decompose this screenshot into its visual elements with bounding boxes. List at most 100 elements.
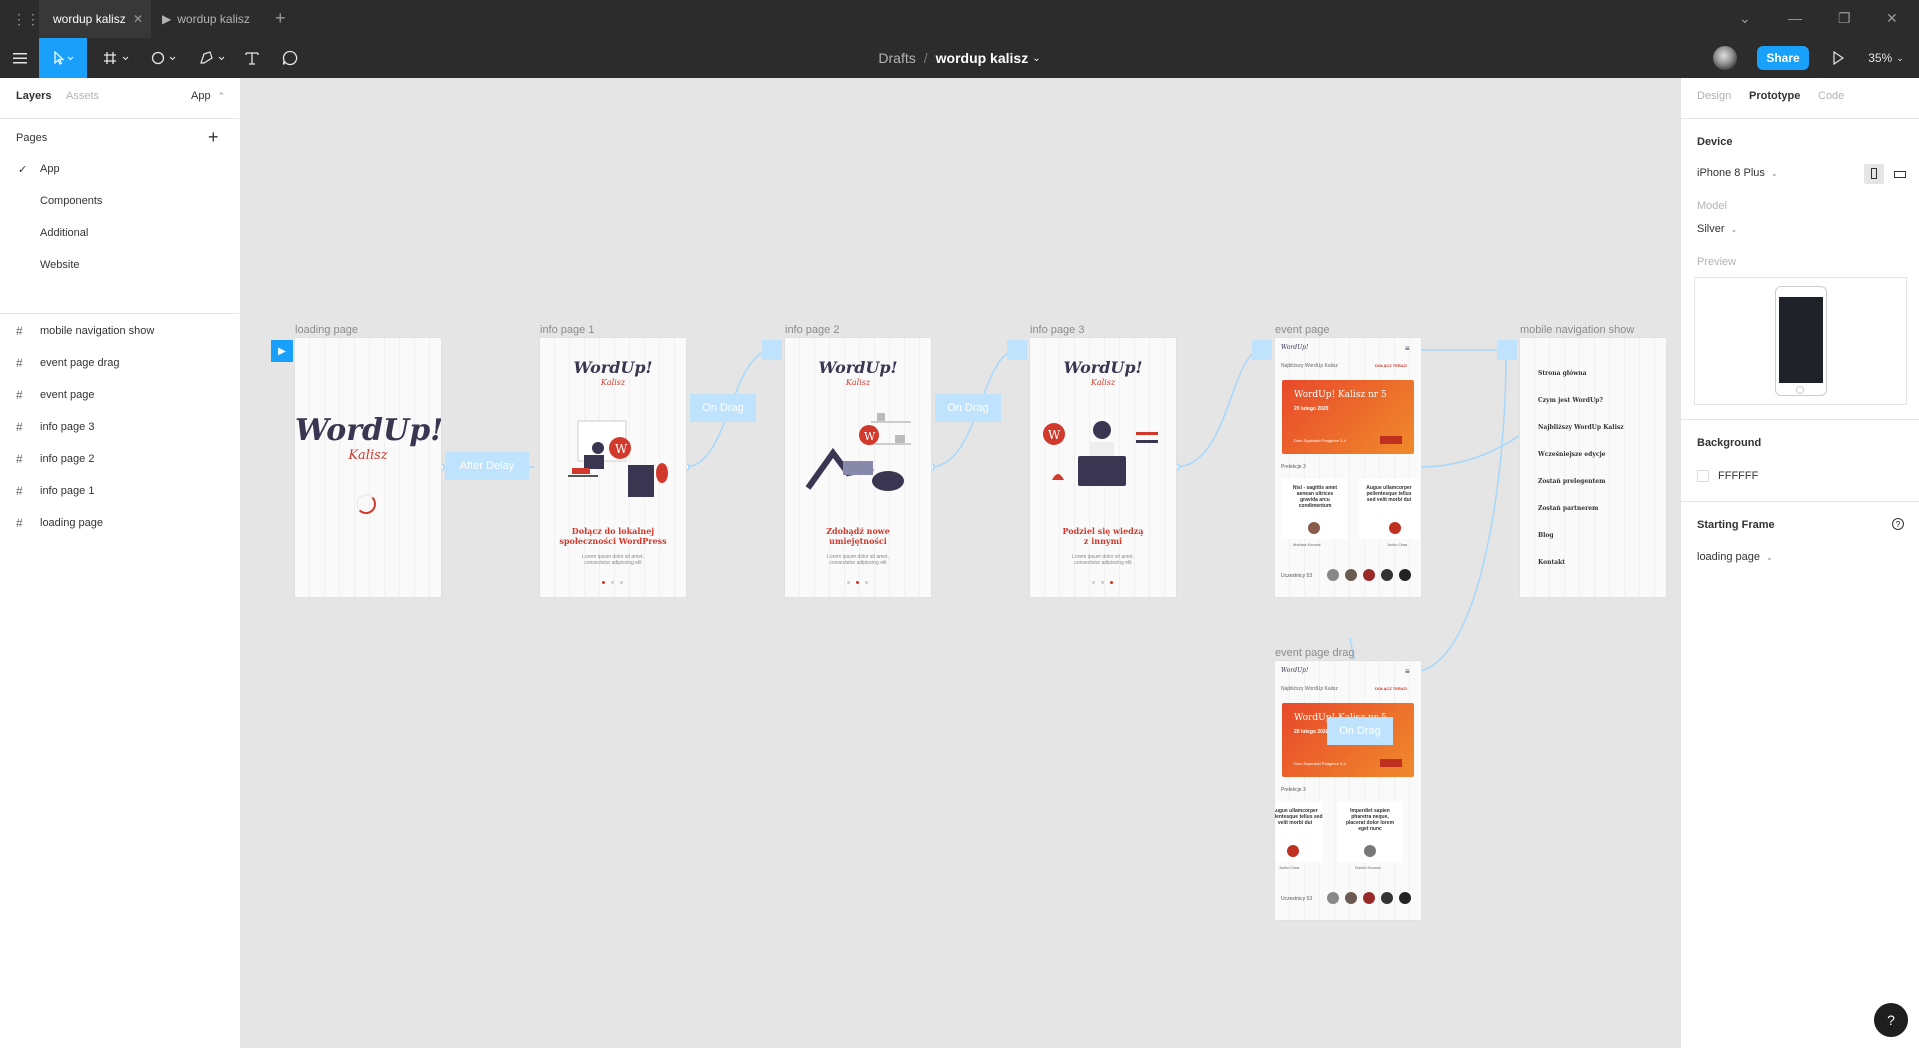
divider	[1681, 501, 1919, 502]
layer-label: event page drag	[40, 357, 120, 369]
pager-dots	[1092, 581, 1114, 585]
tab-layers[interactable]: Layers	[16, 90, 51, 102]
user-avatar[interactable]	[1713, 46, 1737, 70]
nav-link: Blog	[1538, 532, 1554, 539]
tab-prototype[interactable]: Prototype	[1749, 90, 1800, 102]
tab-file-active[interactable]: wordup kalisz ✕	[39, 0, 151, 38]
toolbar: Drafts / wordup kalisz ⌄ Share 35% ⌄	[0, 38, 1919, 78]
lectures-label: Prelekcje 3	[1281, 464, 1306, 470]
frame-info-page-3[interactable]: WordUp! Kalisz W Podziel się wiedzą z in…	[1030, 338, 1176, 597]
hamburger-menu-icon[interactable]	[8, 38, 32, 78]
frame-label-mobile-navigation-show[interactable]: mobile navigation show	[1520, 324, 1634, 336]
page-item-app[interactable]: ✓ App	[0, 153, 239, 185]
layer-info-page-3[interactable]: # info page 3	[0, 411, 239, 443]
move-tool-button[interactable]	[39, 38, 87, 78]
canvas[interactable]: ▶ After Delay On Drag On Drag loading pa…	[240, 78, 1680, 1048]
speaker-avatar	[1308, 522, 1320, 534]
frame-loading-page[interactable]: WordUp! Kalisz	[295, 338, 441, 597]
page-label: Components	[40, 195, 103, 207]
frame-mobile-navigation-show[interactable]: Strona główna Czym jest WordUp? Najbliżs…	[1520, 338, 1666, 597]
speaker-name: Martina Kovacs	[1293, 542, 1321, 547]
interaction-on-drag[interactable]: On Drag	[1327, 717, 1393, 745]
starting-frame-select[interactable]: loading page ⌄	[1697, 551, 1773, 563]
share-button[interactable]: Share	[1757, 46, 1809, 70]
frame-label-loading-page[interactable]: loading page	[295, 324, 358, 336]
file-name[interactable]: wordup kalisz	[936, 50, 1029, 66]
page-label: Website	[40, 259, 80, 271]
page-selector[interactable]: App ⌃	[191, 90, 225, 102]
frame-info-page-2[interactable]: WordUp! Kalisz W Zdobądź nowe umiejętnoś…	[785, 338, 931, 597]
layer-info-page-2[interactable]: # info page 2	[0, 443, 239, 475]
frame-label-event-page[interactable]: event page	[1275, 324, 1329, 336]
nearest-label: Najbliższy WordUp Kalisz	[1281, 363, 1338, 369]
new-tab-icon[interactable]: +	[275, 8, 286, 29]
present-play-icon[interactable]	[1824, 38, 1852, 78]
model-select[interactable]: Silver ⌄	[1697, 223, 1737, 235]
speaker-avatar	[1364, 845, 1376, 857]
layer-event-page[interactable]: # event page	[0, 379, 239, 411]
pen-tool-button[interactable]	[193, 38, 233, 78]
chevron-down-icon[interactable]: ⌄	[1032, 53, 1040, 64]
background-value[interactable]: FFFFFF	[1718, 470, 1758, 482]
chevron-down-icon[interactable]: ⌄	[1739, 10, 1751, 27]
comment-tool-button[interactable]	[276, 38, 304, 78]
device-select[interactable]: iPhone 8 Plus ⌄	[1697, 167, 1778, 179]
frame-icon: #	[16, 388, 23, 402]
tab-code[interactable]: Code	[1818, 90, 1844, 102]
layer-loading-page[interactable]: # loading page	[0, 507, 239, 539]
page-item-additional[interactable]: Additional	[0, 217, 239, 249]
frame-event-page-drag[interactable]: WordUp! ≡ Najbliższy WordUp Kalisz DOŁĄC…	[1275, 661, 1421, 920]
interaction-after-delay[interactable]: After Delay	[445, 452, 529, 480]
wordup-logo: WordUp!	[295, 413, 441, 448]
close-tab-icon[interactable]: ✕	[133, 12, 143, 26]
wordup-logo: WordUp!	[573, 358, 653, 377]
device-badge-icon	[1497, 340, 1517, 360]
close-window-icon[interactable]: ✕	[1886, 10, 1898, 27]
minimize-icon[interactable]: —	[1788, 10, 1802, 26]
interaction-on-drag[interactable]: On Drag	[935, 394, 1001, 422]
layer-info-page-1[interactable]: # info page 1	[0, 475, 239, 507]
frame-icon: #	[16, 420, 23, 434]
landscape-orientation-icon[interactable]	[1890, 164, 1910, 184]
frame-label-event-page-drag[interactable]: event page drag	[1275, 647, 1355, 659]
portrait-orientation-icon[interactable]	[1864, 164, 1884, 184]
add-page-icon[interactable]: +	[208, 127, 219, 148]
chevron-up-icon: ⌃	[217, 91, 226, 101]
frame-info-page-1[interactable]: WordUp! Kalisz W Dołącz do lokalnej społ…	[540, 338, 686, 597]
pager-dots	[847, 581, 869, 585]
restore-icon[interactable]: ❐	[1838, 10, 1851, 27]
breadcrumb-drafts[interactable]: Drafts	[878, 50, 915, 66]
mini-logo: WordUp!	[1281, 667, 1309, 674]
text-tool-button[interactable]	[238, 38, 266, 78]
illustration-desk: W	[568, 420, 668, 497]
tab-design[interactable]: Design	[1697, 90, 1731, 102]
frame-label-info-page-3[interactable]: info page 3	[1030, 324, 1084, 336]
frame-tool-button[interactable]	[97, 38, 137, 78]
frame-event-page[interactable]: WordUp! ≡ Najbliższy WordUp Kalisz DOŁĄC…	[1275, 338, 1421, 597]
layer-label: info page 3	[40, 421, 95, 433]
layer-event-page-drag[interactable]: # event page drag	[0, 347, 239, 379]
frame-label-info-page-2[interactable]: info page 2	[785, 324, 839, 336]
page-item-website[interactable]: Website	[0, 249, 239, 281]
info-title: Zdobądź nowe umiejętności	[826, 526, 890, 546]
frame-label-info-page-1[interactable]: info page 1	[540, 324, 594, 336]
help-button[interactable]: ?	[1874, 1003, 1908, 1037]
help-icon[interactable]: ?	[1892, 518, 1904, 530]
tab-prototype[interactable]: ▶ wordup kalisz	[152, 0, 272, 38]
interaction-on-drag[interactable]: On Drag	[690, 394, 756, 422]
event-place: Dom Sąsiedzki Podgórze 3-4	[1294, 438, 1346, 443]
prototype-connections	[435, 345, 1662, 843]
event-date: 20 lutego 2020	[1294, 729, 1329, 735]
flow-start-play-icon[interactable]: ▶	[271, 340, 293, 362]
layer-mobile-navigation-show[interactable]: # mobile navigation show	[0, 315, 239, 347]
shape-tool-button[interactable]	[145, 38, 185, 78]
page-item-components[interactable]: Components	[0, 185, 239, 217]
figma-menu-icon[interactable]: ⋮⋮	[12, 11, 40, 27]
nav-link: Czym jest WordUp?	[1538, 397, 1603, 404]
properties-panel: Design Prototype Code Device iPhone 8 Pl…	[1680, 78, 1919, 1048]
participants-label: Uczestnicy 53	[1281, 573, 1313, 579]
background-swatch[interactable]	[1697, 470, 1709, 482]
zoom-menu[interactable]: 35% ⌄	[1858, 38, 1914, 78]
participants-label: Uczestnicy 53	[1281, 896, 1313, 902]
tab-assets[interactable]: Assets	[66, 90, 99, 102]
